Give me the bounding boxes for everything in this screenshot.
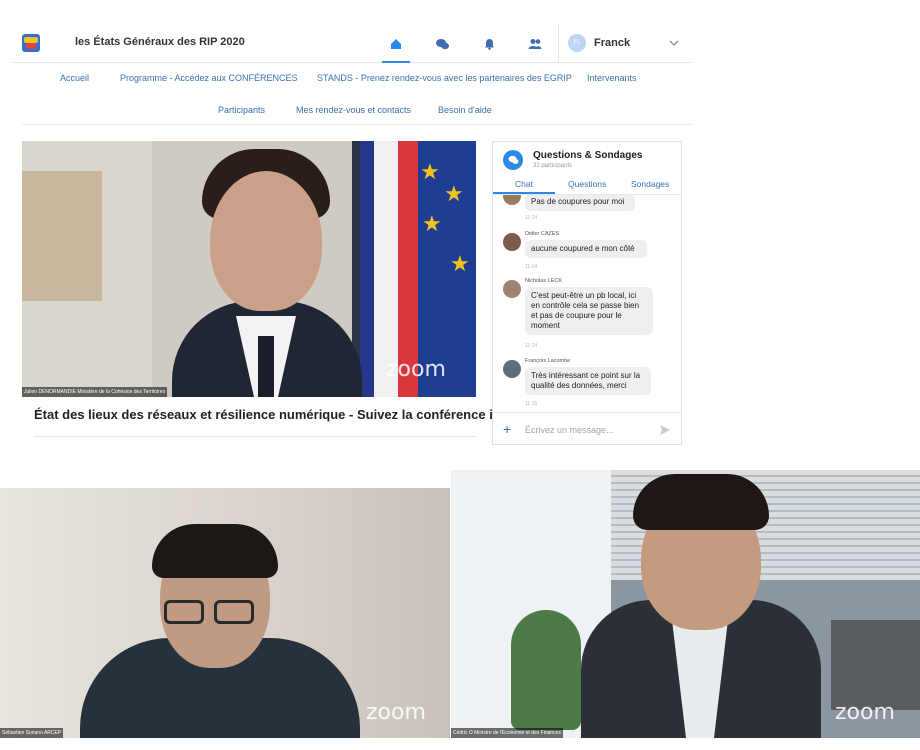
message-text: C'est peut-être un pb local, ici en cont…	[525, 287, 653, 335]
app-window: les États Généraux des RIP 2020 FL Franc…	[12, 25, 692, 455]
nav-item-programme[interactable]: Programme - Accédez aux CONFÉRENCES	[120, 73, 298, 83]
message-list[interactable]: Pas de coupures pour moi 11:14 Didier CA…	[493, 195, 681, 411]
video-tile-left[interactable]: zoom Sébastien Soriano ARCEP	[0, 488, 450, 738]
app-title: les États Généraux des RIP 2020	[75, 36, 245, 48]
message-author: Didier CAZES	[525, 231, 560, 237]
message-input[interactable]	[525, 422, 653, 438]
nav-item-accueil[interactable]: Accueil	[60, 73, 89, 83]
video-tile-right[interactable]: zoom Cédric O Ministre de l'Economie et …	[451, 470, 920, 738]
topbar-divider	[558, 25, 559, 63]
message-time: 11:14	[525, 215, 538, 221]
avatar	[503, 233, 521, 251]
nav-item-stands[interactable]: STANDS - Prenez rendez-vous avec les par…	[317, 73, 572, 83]
contacts-icon[interactable]	[525, 34, 545, 54]
zoom-watermark: zoom	[835, 700, 895, 725]
main-nav: Accueil Programme - Accédez aux CONFÉREN…	[12, 63, 692, 127]
top-bar: les États Généraux des RIP 2020 FL Franc…	[12, 25, 692, 63]
message-text: Pas de coupures pour moi	[525, 195, 635, 211]
avatar	[503, 195, 521, 205]
nav-item-rendez-vous[interactable]: Mes rendez-vous et contacts	[296, 105, 411, 115]
chevron-down-icon[interactable]	[668, 36, 680, 54]
chat-panel: Questions & Sondages 33 participants Cha…	[492, 141, 682, 445]
nav-item-participants[interactable]: Participants	[218, 105, 265, 115]
participants-count: 33 participants	[533, 163, 573, 169]
avatar	[503, 360, 521, 378]
chat-bubbles-icon	[503, 150, 523, 170]
speaker-caption: Julien DENORMANDIE Ministère de la Cohés…	[22, 387, 168, 397]
add-attachment-button[interactable]: +	[503, 421, 511, 437]
message-time: 11:14	[525, 264, 538, 270]
speaker-caption: Cédric O Ministre de l'Economie et des F…	[451, 728, 563, 738]
tab-chat[interactable]: Chat	[515, 179, 533, 189]
message-author: Nicholas LECK	[525, 278, 562, 284]
user-name[interactable]: Franck	[594, 37, 630, 49]
message-time: 11:15	[525, 401, 538, 407]
chat-bubbles-icon[interactable]	[432, 34, 452, 54]
send-icon[interactable]	[659, 423, 671, 441]
message-text: Très intéressant ce point sur la qualité…	[525, 367, 651, 395]
nav-item-intervenants[interactable]: Intervenants	[587, 73, 637, 83]
nav-item-aide[interactable]: Besoin d'aide	[438, 105, 492, 115]
nav-divider	[22, 124, 692, 125]
tab-sondages[interactable]: Sondages	[631, 179, 669, 189]
message-author: François Lacombe	[525, 358, 571, 364]
zoom-watermark: zoom	[366, 700, 426, 725]
speaker-caption: Sébastien Soriano ARCEP	[0, 728, 64, 738]
conference-video[interactable]: ★ ★ ★ ★ zoom Julien DENORMANDIE Ministèr…	[22, 141, 476, 397]
conference-title[interactable]: État des lieux des réseaux et résilience…	[34, 407, 504, 422]
home-icon[interactable]	[382, 34, 410, 63]
zoom-watermark: zoom	[386, 357, 446, 382]
user-avatar[interactable]: FL	[568, 34, 586, 52]
message-text: aucune coupured e mon côté	[525, 240, 647, 258]
event-logo[interactable]	[22, 34, 40, 52]
chat-title: Questions & Sondages	[533, 150, 643, 161]
message-time: 11:14	[525, 343, 538, 349]
tab-questions[interactable]: Questions	[568, 179, 606, 189]
avatar	[503, 280, 521, 298]
bell-icon[interactable]	[479, 34, 499, 54]
